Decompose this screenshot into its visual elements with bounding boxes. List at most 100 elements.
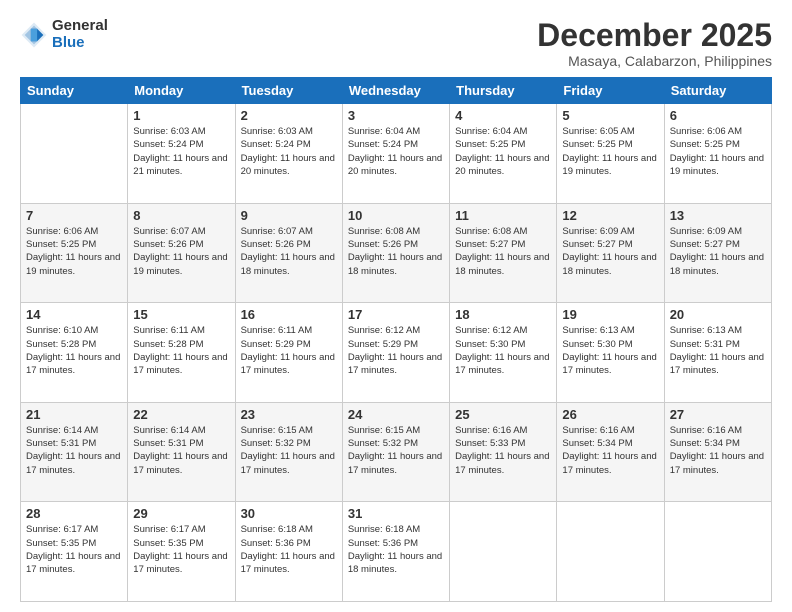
day-number: 21 — [26, 407, 122, 422]
calendar-day-cell: 26 Sunrise: 6:16 AM Sunset: 5:34 PM Dayli… — [557, 402, 664, 502]
logo-general-label: General — [52, 18, 108, 35]
day-number: 14 — [26, 307, 122, 322]
logo: General Blue — [20, 18, 108, 51]
calendar-week-row: 14 Sunrise: 6:10 AM Sunset: 5:28 PM Dayli… — [21, 303, 772, 403]
day-info: Sunrise: 6:18 AM Sunset: 5:36 PM Dayligh… — [241, 523, 337, 576]
calendar-day-cell: 31 Sunrise: 6:18 AM Sunset: 5:36 PM Dayli… — [342, 502, 449, 602]
calendar-day-cell: 2Sunrise: 6:03 AM Sunset: 5:24 PM Daylig… — [235, 104, 342, 204]
day-info: Sunrise: 6:03 AM Sunset: 5:24 PM Dayligh… — [133, 125, 229, 178]
calendar-day-cell: 20Sunrise: 6:13 AM Sunset: 5:31 PM Dayli… — [664, 303, 771, 403]
calendar-day-cell: 16Sunrise: 6:11 AM Sunset: 5:29 PM Dayli… — [235, 303, 342, 403]
calendar-day-cell: 4 Sunrise: 6:04 AM Sunset: 5:25 PM Daylig… — [450, 104, 557, 204]
day-info: Sunrise: 6:10 AM Sunset: 5:28 PM Dayligh… — [26, 324, 122, 377]
day-number: 16 — [241, 307, 337, 322]
calendar-day-cell — [664, 502, 771, 602]
day-number: 15 — [133, 307, 229, 322]
calendar-day-cell: 1 Sunrise: 6:03 AM Sunset: 5:24 PM Daylig… — [128, 104, 235, 204]
day-number: 4 — [455, 108, 551, 123]
calendar-day-cell: 3Sunrise: 6:04 AM Sunset: 5:24 PM Daylig… — [342, 104, 449, 204]
day-info: Sunrise: 6:16 AM Sunset: 5:34 PM Dayligh… — [562, 424, 658, 477]
day-info: Sunrise: 6:17 AM Sunset: 5:35 PM Dayligh… — [133, 523, 229, 576]
calendar-day-cell: 23 Sunrise: 6:15 AM Sunset: 5:32 PM Dayli… — [235, 402, 342, 502]
day-number: 22 — [133, 407, 229, 422]
day-number: 17 — [348, 307, 444, 322]
logo-blue-label: Blue — [52, 35, 108, 52]
calendar-header-cell: Tuesday — [235, 78, 342, 104]
day-info: Sunrise: 6:13 AM Sunset: 5:30 PM Dayligh… — [562, 324, 658, 377]
day-info: Sunrise: 6:18 AM Sunset: 5:36 PM Dayligh… — [348, 523, 444, 576]
calendar-day-cell: 21 Sunrise: 6:14 AM Sunset: 5:31 PM Dayli… — [21, 402, 128, 502]
day-number: 30 — [241, 506, 337, 521]
day-number: 5 — [562, 108, 658, 123]
day-info: Sunrise: 6:07 AM Sunset: 5:26 PM Dayligh… — [241, 225, 337, 278]
main-title: December 2025 — [537, 18, 772, 53]
day-number: 28 — [26, 506, 122, 521]
day-number: 25 — [455, 407, 551, 422]
day-number: 24 — [348, 407, 444, 422]
title-block: December 2025 Masaya, Calabarzon, Philip… — [537, 18, 772, 69]
calendar-header-row: SundayMondayTuesdayWednesdayThursdayFrid… — [21, 78, 772, 104]
day-number: 12 — [562, 208, 658, 223]
calendar-week-row: 1 Sunrise: 6:03 AM Sunset: 5:24 PM Daylig… — [21, 104, 772, 204]
day-number: 26 — [562, 407, 658, 422]
day-number: 8 — [133, 208, 229, 223]
calendar-day-cell: 30 Sunrise: 6:18 AM Sunset: 5:36 PM Dayli… — [235, 502, 342, 602]
calendar-day-cell: 19Sunrise: 6:13 AM Sunset: 5:30 PM Dayli… — [557, 303, 664, 403]
day-info: Sunrise: 6:15 AM Sunset: 5:32 PM Dayligh… — [241, 424, 337, 477]
calendar-day-cell — [21, 104, 128, 204]
day-info: Sunrise: 6:14 AM Sunset: 5:31 PM Dayligh… — [26, 424, 122, 477]
day-number: 9 — [241, 208, 337, 223]
calendar-table: SundayMondayTuesdayWednesdayThursdayFrid… — [20, 77, 772, 602]
page: General Blue December 2025 Masaya, Calab… — [0, 0, 792, 612]
day-info: Sunrise: 6:09 AM Sunset: 5:27 PM Dayligh… — [670, 225, 766, 278]
day-info: Sunrise: 6:17 AM Sunset: 5:35 PM Dayligh… — [26, 523, 122, 576]
day-info: Sunrise: 6:05 AM Sunset: 5:25 PM Dayligh… — [562, 125, 658, 178]
calendar-day-cell: 14 Sunrise: 6:10 AM Sunset: 5:28 PM Dayli… — [21, 303, 128, 403]
day-info: Sunrise: 6:16 AM Sunset: 5:33 PM Dayligh… — [455, 424, 551, 477]
calendar-header-cell: Monday — [128, 78, 235, 104]
calendar-day-cell: 18Sunrise: 6:12 AM Sunset: 5:30 PM Dayli… — [450, 303, 557, 403]
calendar-header-cell: Saturday — [664, 78, 771, 104]
day-info: Sunrise: 6:08 AM Sunset: 5:26 PM Dayligh… — [348, 225, 444, 278]
calendar-day-cell: 27Sunrise: 6:16 AM Sunset: 5:34 PM Dayli… — [664, 402, 771, 502]
day-info: Sunrise: 6:16 AM Sunset: 5:34 PM Dayligh… — [670, 424, 766, 477]
day-info: Sunrise: 6:06 AM Sunset: 5:25 PM Dayligh… — [26, 225, 122, 278]
day-number: 31 — [348, 506, 444, 521]
day-number: 23 — [241, 407, 337, 422]
subtitle: Masaya, Calabarzon, Philippines — [537, 53, 772, 69]
calendar-day-cell: 15Sunrise: 6:11 AM Sunset: 5:28 PM Dayli… — [128, 303, 235, 403]
calendar-week-row: 28 Sunrise: 6:17 AM Sunset: 5:35 PM Dayli… — [21, 502, 772, 602]
day-info: Sunrise: 6:04 AM Sunset: 5:25 PM Dayligh… — [455, 125, 551, 178]
day-info: Sunrise: 6:09 AM Sunset: 5:27 PM Dayligh… — [562, 225, 658, 278]
day-info: Sunrise: 6:06 AM Sunset: 5:25 PM Dayligh… — [670, 125, 766, 178]
day-info: Sunrise: 6:08 AM Sunset: 5:27 PM Dayligh… — [455, 225, 551, 278]
calendar-day-cell: 13 Sunrise: 6:09 AM Sunset: 5:27 PM Dayli… — [664, 203, 771, 303]
calendar-day-cell: 9 Sunrise: 6:07 AM Sunset: 5:26 PM Daylig… — [235, 203, 342, 303]
calendar-day-cell: 24Sunrise: 6:15 AM Sunset: 5:32 PM Dayli… — [342, 402, 449, 502]
day-number: 1 — [133, 108, 229, 123]
day-info: Sunrise: 6:12 AM Sunset: 5:29 PM Dayligh… — [348, 324, 444, 377]
calendar-day-cell: 28 Sunrise: 6:17 AM Sunset: 5:35 PM Dayli… — [21, 502, 128, 602]
calendar-day-cell: 12 Sunrise: 6:09 AM Sunset: 5:27 PM Dayli… — [557, 203, 664, 303]
day-info: Sunrise: 6:14 AM Sunset: 5:31 PM Dayligh… — [133, 424, 229, 477]
calendar-day-cell: 11Sunrise: 6:08 AM Sunset: 5:27 PM Dayli… — [450, 203, 557, 303]
day-number: 10 — [348, 208, 444, 223]
calendar-day-cell: 25 Sunrise: 6:16 AM Sunset: 5:33 PM Dayli… — [450, 402, 557, 502]
day-info: Sunrise: 6:04 AM Sunset: 5:24 PM Dayligh… — [348, 125, 444, 178]
logo-text: General Blue — [52, 18, 108, 51]
calendar-day-cell: 6Sunrise: 6:06 AM Sunset: 5:25 PM Daylig… — [664, 104, 771, 204]
header: General Blue December 2025 Masaya, Calab… — [20, 18, 772, 69]
day-info: Sunrise: 6:12 AM Sunset: 5:30 PM Dayligh… — [455, 324, 551, 377]
calendar-day-cell: 7Sunrise: 6:06 AM Sunset: 5:25 PM Daylig… — [21, 203, 128, 303]
day-info: Sunrise: 6:07 AM Sunset: 5:26 PM Dayligh… — [133, 225, 229, 278]
calendar-day-cell: 5 Sunrise: 6:05 AM Sunset: 5:25 PM Daylig… — [557, 104, 664, 204]
calendar-day-cell: 17 Sunrise: 6:12 AM Sunset: 5:29 PM Dayli… — [342, 303, 449, 403]
calendar-day-cell: 10 Sunrise: 6:08 AM Sunset: 5:26 PM Dayli… — [342, 203, 449, 303]
calendar-day-cell — [450, 502, 557, 602]
day-number: 13 — [670, 208, 766, 223]
calendar-header-cell: Thursday — [450, 78, 557, 104]
day-number: 20 — [670, 307, 766, 322]
calendar-week-row: 7Sunrise: 6:06 AM Sunset: 5:25 PM Daylig… — [21, 203, 772, 303]
calendar-day-cell: 22 Sunrise: 6:14 AM Sunset: 5:31 PM Dayli… — [128, 402, 235, 502]
calendar-header-cell: Wednesday — [342, 78, 449, 104]
